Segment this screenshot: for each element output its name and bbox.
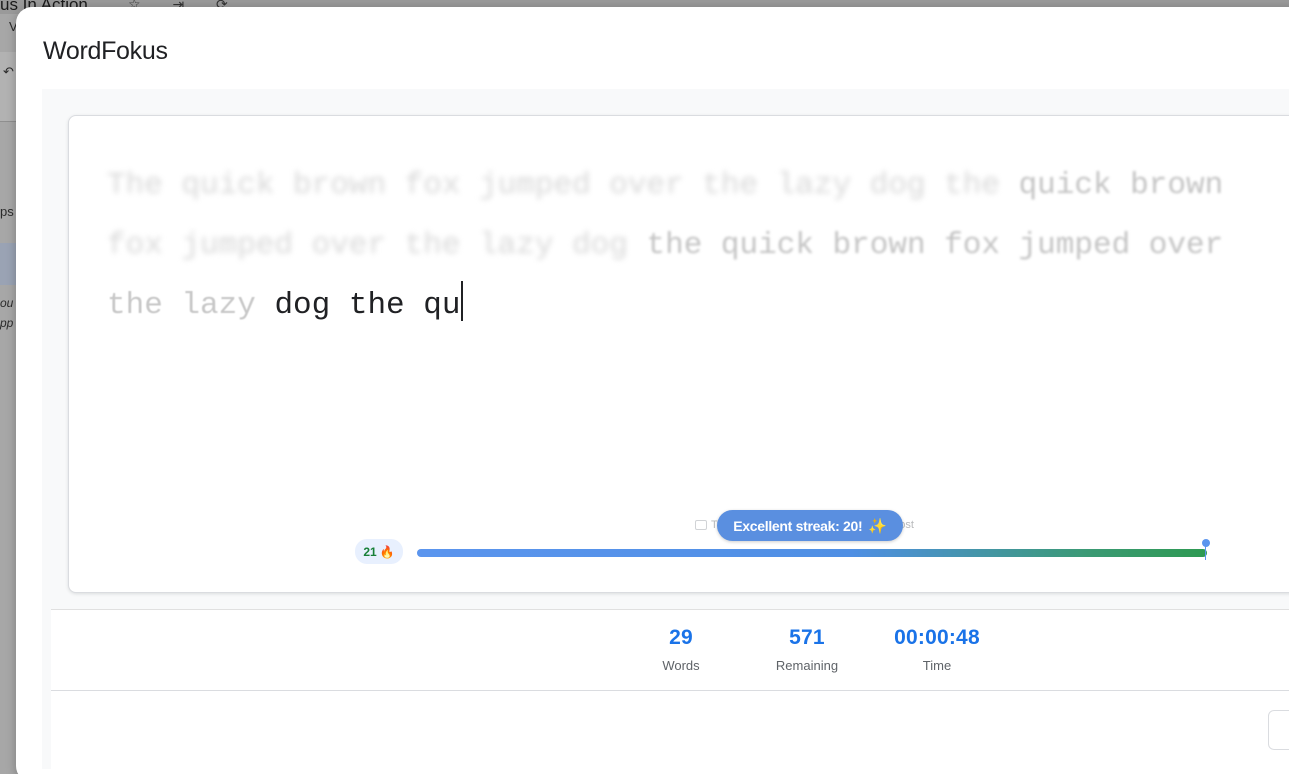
text-caret (461, 281, 464, 321)
words-label: Words (662, 658, 700, 673)
toast-message: Excellent streak: 20! (733, 517, 863, 534)
elapsed-time: 00:00:48 (894, 626, 980, 649)
sparkle-icon: ✨ (868, 517, 887, 535)
dialog-title: WordFokus (43, 37, 168, 65)
words-count: 29 (669, 626, 693, 649)
streak-badge: 21 🔥 (355, 539, 403, 564)
stat-remaining: 571 Remaining (766, 626, 848, 673)
text-area[interactable]: The quick brown fox jumped over the lazy… (107, 156, 1289, 336)
wordfokus-dialog: WordFokus The quick brown fox jumped ove… (16, 7, 1289, 774)
text-line: The quick brown fox jumped over the lazy… (107, 156, 1289, 216)
ghost-text: fox jumped over the lazy dog (107, 228, 647, 263)
background-text: ou (0, 296, 14, 310)
undo-icon: ↶ (3, 64, 14, 79)
progress-fill (417, 549, 1207, 557)
stats-bar: 29 Words 571 Remaining 00:00:48 Time (51, 609, 1289, 691)
background-text: ps (0, 204, 14, 219)
stat-words: 29 Words (647, 626, 715, 673)
stat-time: 00:00:48 Time (877, 626, 997, 673)
flame-icon: 🔥 (379, 544, 395, 559)
streak-count: 21 (363, 544, 377, 559)
streak-toast: Excellent streak: 20! ✨ (717, 510, 903, 541)
remaining-count: 571 (789, 626, 825, 649)
progress-marker-stem (1205, 546, 1206, 560)
content-area: The quick brown fox jumped over the lazy… (42, 89, 1289, 771)
ghost-text: The quick brown fox jumped over the lazy… (107, 168, 1019, 203)
ghost-text: the quick brown fox jumped over (646, 228, 1224, 263)
ghost-text: quick brown (1018, 168, 1224, 203)
progress-bar (417, 549, 1207, 557)
time-label: Time (922, 658, 952, 673)
background-text: pp (0, 316, 14, 330)
text-line: the lazy dog the qu (107, 276, 1289, 336)
footer-button[interactable] (1268, 710, 1289, 750)
progress-marker (1202, 539, 1210, 547)
writing-editor[interactable]: The quick brown fox jumped over the lazy… (68, 115, 1289, 593)
typewriter-mode-icon[interactable] (695, 520, 707, 530)
ghost-text: the lazy (107, 288, 275, 323)
dialog-footer (51, 691, 1289, 771)
text-line: fox jumped over the lazy dog the quick b… (107, 216, 1289, 276)
typed-text: dog the qu (274, 288, 461, 323)
remaining-label: Remaining (775, 658, 839, 673)
